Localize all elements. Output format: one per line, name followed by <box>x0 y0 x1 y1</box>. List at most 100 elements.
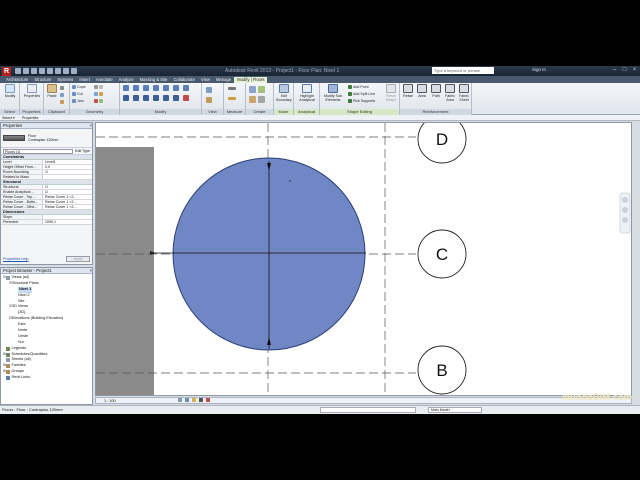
3d-view-icon[interactable] <box>71 68 77 74</box>
modify-sub-elements-button[interactable]: Modify Sub Elements <box>322 84 344 102</box>
app-logo[interactable]: R <box>2 66 11 76</box>
measure-icon[interactable] <box>55 68 61 74</box>
properties-label: Properties <box>22 116 39 120</box>
fabric-area-button[interactable]: Fabric Area <box>444 84 456 102</box>
drawing-canvas[interactable]: D C B <box>95 122 632 396</box>
shadows-icon[interactable] <box>198 398 203 402</box>
align-icon[interactable] <box>123 85 129 91</box>
cut-button[interactable]: Cut <box>72 92 83 96</box>
path-button[interactable]: Path <box>430 84 442 98</box>
close-icon[interactable]: × <box>631 67 638 74</box>
fabric-sheet-icon <box>459 84 469 93</box>
sign-in-link[interactable]: Sign In <box>532 67 546 72</box>
design-option-dropdown[interactable]: Main Model <box>428 407 482 413</box>
close-icon[interactable]: × <box>90 123 92 128</box>
properties-help-link[interactable]: Properties help <box>3 257 29 261</box>
sun-path-icon[interactable] <box>191 398 196 402</box>
redo-icon[interactable] <box>39 68 45 74</box>
join-button[interactable]: Join <box>72 99 84 103</box>
type-selector[interactable]: Floor Contrapiso 120mm <box>1 129 92 148</box>
browser-node[interactable]: Revit Links <box>1 375 92 381</box>
search-input[interactable]: Type a keyword or phrase <box>432 67 494 74</box>
modify-button[interactable]: Modify <box>2 84 18 98</box>
measure-tool-icon[interactable] <box>228 87 236 90</box>
print-icon[interactable] <box>47 68 53 74</box>
visual-style-icon[interactable] <box>184 398 189 402</box>
create-similar-icon[interactable] <box>258 96 265 103</box>
split-face-icon[interactable] <box>94 92 103 96</box>
minimize-icon[interactable]: – <box>611 67 618 74</box>
cope-button[interactable]: Cope <box>72 85 86 89</box>
maximize-icon[interactable]: □ <box>621 67 628 74</box>
floor-plan-view[interactable]: D C B <box>96 123 632 396</box>
property-name: Slope <box>1 215 43 219</box>
wall-joins-icon[interactable] <box>94 85 103 89</box>
properties-button[interactable]: Properties <box>23 84 41 98</box>
close-icon[interactable]: × <box>90 268 92 273</box>
paint-icon[interactable] <box>94 99 103 103</box>
rebar-button[interactable]: Rebar <box>402 84 414 98</box>
apply-button[interactable]: Apply <box>66 256 90 262</box>
add-split-line-button[interactable]: Add Split Line <box>348 92 375 96</box>
select-dropdown[interactable]: Select ▾ <box>2 115 15 121</box>
pin-icon[interactable] <box>183 85 189 91</box>
property-value[interactable]: ☑ <box>43 190 92 194</box>
delete-icon[interactable] <box>183 95 189 101</box>
area-button[interactable]: Area <box>416 84 428 98</box>
instance-dropdown[interactable]: Floors (1) <box>3 148 74 154</box>
grid-label-b: B <box>436 361 447 380</box>
property-value[interactable]: ☑ <box>43 185 92 189</box>
property-value[interactable]: Rebar Cover 1 <2... <box>43 195 92 199</box>
pick-supports-button[interactable]: Pick Supports <box>348 99 375 103</box>
property-value[interactable]: Rebar Cover 1 <2... <box>43 205 92 209</box>
open-icon[interactable] <box>15 68 21 74</box>
mirror-axis-icon[interactable] <box>143 85 149 91</box>
property-value[interactable]: Level1 <box>43 160 92 164</box>
property-value[interactable]: 0,0 <box>43 165 92 169</box>
create-parts-icon[interactable] <box>258 86 265 93</box>
pan-icon[interactable] <box>622 217 628 223</box>
fabric-sheet-button[interactable]: Fabric Sheet <box>458 84 470 102</box>
cut-small-icon[interactable] <box>60 86 64 90</box>
scale-icon[interactable] <box>173 95 179 101</box>
property-value[interactable] <box>43 215 92 219</box>
split-icon[interactable] <box>163 85 169 91</box>
copy-small-icon[interactable] <box>60 93 64 97</box>
array-icon[interactable] <box>163 95 169 101</box>
revit-window: R Autodesk Revit 2013 - Project1 - Floor… <box>0 66 640 414</box>
property-value[interactable]: ☑ <box>43 170 92 174</box>
rotate-icon[interactable] <box>143 95 149 101</box>
undo-icon[interactable] <box>31 68 37 74</box>
view-scale[interactable]: 1 : 100 <box>104 399 116 403</box>
move-icon[interactable] <box>123 95 129 101</box>
save-icon[interactable] <box>23 68 29 74</box>
hide-icon[interactable] <box>206 87 212 93</box>
zoom-icon[interactable] <box>622 207 628 213</box>
reset-shape-button[interactable]: Reset Shape <box>384 84 398 102</box>
split-gap-icon[interactable] <box>173 85 179 91</box>
copy-icon[interactable] <box>133 95 139 101</box>
highlight-analytical-button[interactable]: Highlight Analytical <box>296 84 318 102</box>
edit-boundary-button[interactable]: Edit Boundary <box>276 84 292 102</box>
create-assembly-icon[interactable] <box>249 86 256 93</box>
edit-type-button[interactable]: Edit Type <box>75 149 90 153</box>
match-small-icon[interactable] <box>60 100 64 104</box>
wall-section[interactable] <box>96 147 154 396</box>
status-workset-field[interactable] <box>320 407 416 413</box>
add-point-button[interactable]: Add Point <box>348 85 369 89</box>
text-icon[interactable] <box>63 68 69 74</box>
override-icon[interactable] <box>206 97 212 103</box>
watermark: mundoBIM.com <box>562 392 632 402</box>
steering-wheel-icon[interactable] <box>622 197 628 203</box>
trim-icon[interactable] <box>153 95 159 101</box>
paste-button[interactable]: Paste <box>46 84 58 98</box>
dimension-icon[interactable] <box>228 97 236 100</box>
create-group-icon[interactable] <box>249 96 256 103</box>
crop-icon[interactable] <box>206 398 210 402</box>
offset-icon[interactable] <box>133 85 139 91</box>
detail-level-icon[interactable] <box>177 398 182 402</box>
property-value[interactable]: 1099,1 <box>43 220 92 224</box>
mirror-draw-icon[interactable] <box>153 85 159 91</box>
property-value[interactable] <box>43 175 92 179</box>
property-value[interactable]: Rebar Cover 1 <2... <box>43 200 92 204</box>
